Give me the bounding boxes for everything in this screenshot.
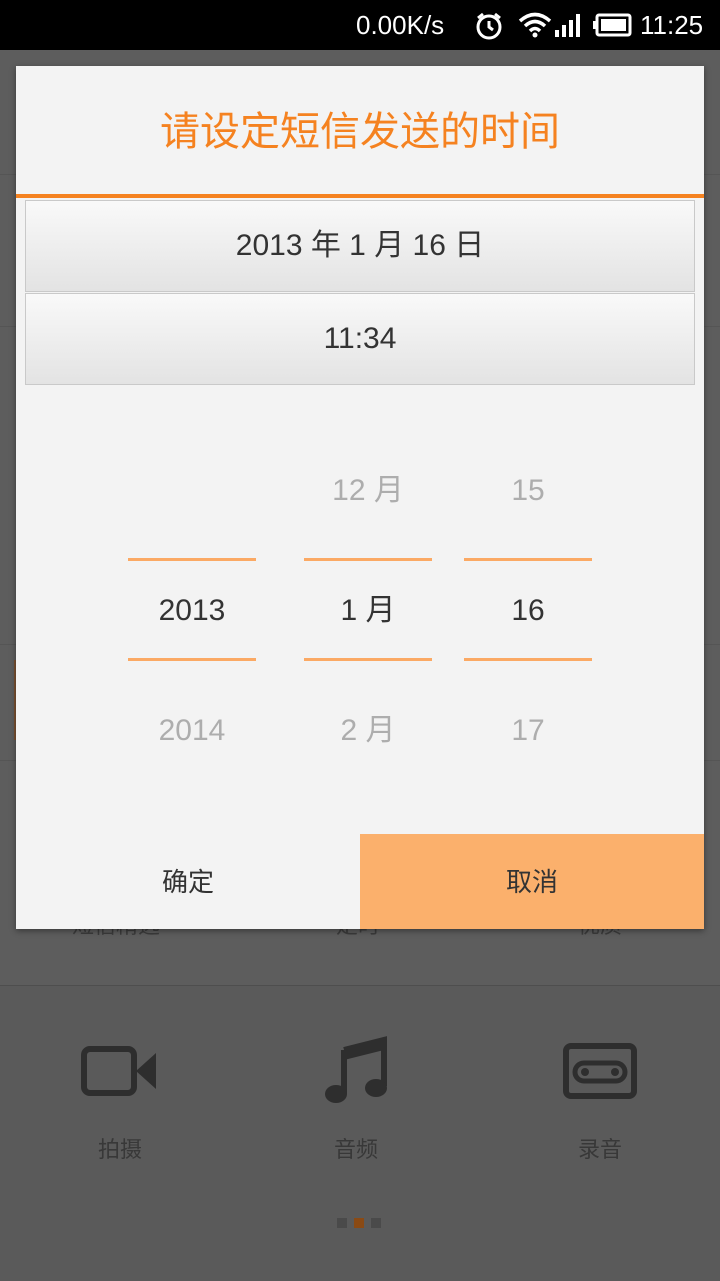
- selection-line: [464, 558, 592, 561]
- tool-label: 拍摄: [97, 1138, 142, 1163]
- page-dot-active: [354, 1218, 364, 1228]
- status-bar: 0.00K/s 11:25: [0, 0, 720, 50]
- tool-record[interactable]: 录音: [520, 1036, 680, 1164]
- page-dot: [371, 1218, 381, 1228]
- signal-icon: [554, 12, 584, 42]
- dialog-title: 请设定短信发送的时间: [160, 109, 560, 155]
- ok-button[interactable]: 确定: [16, 834, 360, 929]
- month-prev[interactable]: 12 月: [304, 471, 432, 511]
- month-current[interactable]: 1 月: [304, 591, 432, 631]
- selection-line: [304, 658, 432, 661]
- year-current[interactable]: 2013: [128, 591, 256, 631]
- page-indicator: [337, 1213, 388, 1232]
- tool-audio[interactable]: 音频: [276, 1036, 436, 1164]
- date-button[interactable]: 2013 年 1 月 16 日: [25, 200, 695, 292]
- attachment-tools: 拍摄 音频 录音: [0, 985, 720, 1281]
- selection-line: [304, 558, 432, 561]
- time-button[interactable]: 11:34: [25, 293, 695, 385]
- cancel-button[interactable]: 取消: [360, 834, 704, 929]
- selection-line: [464, 658, 592, 661]
- day-prev[interactable]: 15: [464, 471, 592, 511]
- music-note-icon: [276, 1036, 436, 1106]
- selection-line: [128, 658, 256, 661]
- year-next[interactable]: 2014: [128, 711, 256, 751]
- network-speed: 0.00K/s: [356, 10, 445, 40]
- selection-line: [128, 558, 256, 561]
- clock: 11:25: [640, 10, 704, 40]
- month-next[interactable]: 2 月: [304, 711, 432, 751]
- tool-shoot[interactable]: 拍摄: [40, 1036, 200, 1164]
- video-camera-icon: [40, 1036, 200, 1106]
- title-divider: [16, 194, 704, 198]
- battery-icon: [592, 12, 632, 42]
- wifi-icon: [518, 12, 552, 42]
- page-dot: [337, 1218, 347, 1228]
- alarm-icon: [474, 12, 504, 44]
- tool-label: 录音: [577, 1138, 622, 1163]
- schedule-sms-dialog: 请设定短信发送的时间 2013 年 1 月 16 日 11:34 2013 20…: [16, 66, 704, 929]
- day-next[interactable]: 17: [464, 711, 592, 751]
- day-current[interactable]: 16: [464, 591, 592, 631]
- tool-label: 音频: [333, 1138, 378, 1163]
- cassette-icon: [520, 1036, 680, 1106]
